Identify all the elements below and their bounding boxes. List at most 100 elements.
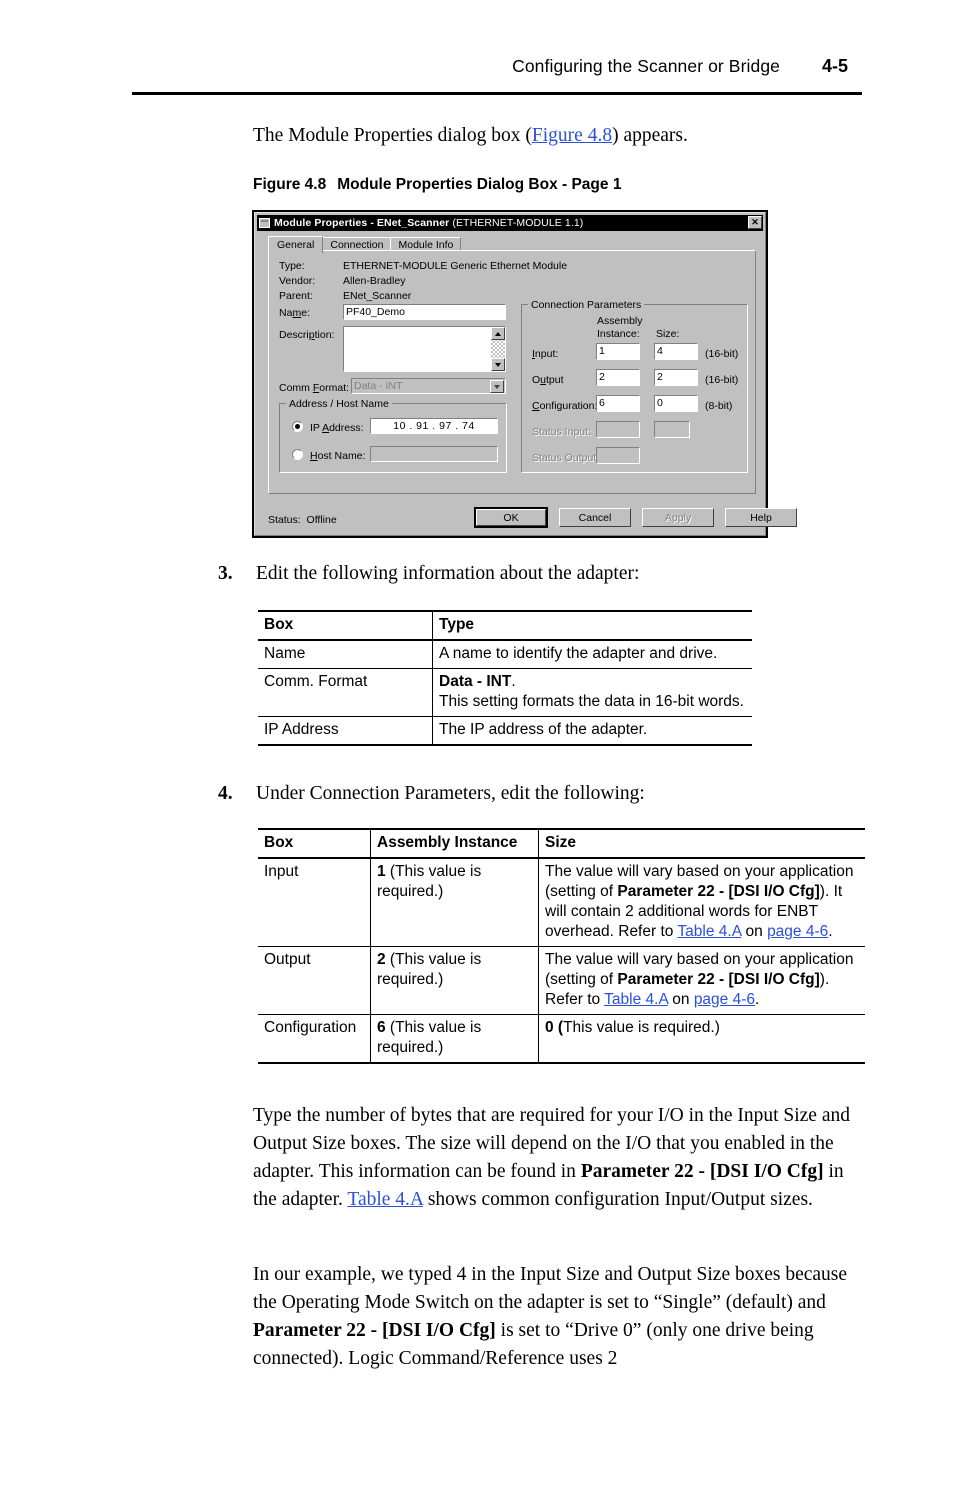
configuration-label: Configuration: <box>532 400 598 412</box>
status-output-instance-input <box>596 447 640 464</box>
close-icon[interactable]: ✕ <box>748 216 762 229</box>
header-divider <box>132 92 862 95</box>
name-input[interactable]: PF40_Demo <box>343 304 506 320</box>
table2-row0-instance-rest: (This value is required.) <box>377 863 482 900</box>
table-row: Output 2 (This value is required.) The v… <box>258 946 865 1015</box>
assembly-instance-header-line1: Assembly <box>597 315 643 327</box>
ok-button[interactable]: OK <box>474 507 548 528</box>
description-scrollbar[interactable] <box>491 327 505 371</box>
configuration-size-input[interactable]: 0 <box>654 395 698 412</box>
table2-row2-size: 0 (This value is required.) <box>538 1014 865 1064</box>
table-row: Name A name to identify the adapter and … <box>258 640 752 669</box>
ip-address-input[interactable]: 10 . 91 . 97 . 74 <box>370 418 498 434</box>
intro-text-before: The Module Properties dialog box ( <box>253 125 532 146</box>
table1-row2-type: The IP address of the adapter. <box>432 716 752 746</box>
description-input[interactable] <box>343 326 506 372</box>
tab-general[interactable]: General <box>268 236 324 253</box>
figure-link[interactable]: Figure 4.8 <box>532 125 612 146</box>
table2-row2-box: Configuration <box>258 1014 371 1064</box>
table-header-row: Box Type <box>258 610 752 641</box>
table-4a-link[interactable]: Table 4.A <box>677 923 741 940</box>
page-4-6-link[interactable]: page 4-6 <box>694 991 755 1008</box>
status-label: Status: <box>268 514 301 526</box>
table2-row1-instance: 2 (This value is required.) <box>370 946 539 1015</box>
dialog-title-bold: Module Properties - ENet_Scanner <box>274 217 453 229</box>
host-name-radio[interactable] <box>292 449 303 460</box>
input-size-unit: (16-bit) <box>705 348 739 360</box>
step-3-text: Edit the following information about the… <box>256 563 640 584</box>
table1-row0-box: Name <box>258 640 433 669</box>
output-instance-input[interactable]: 2 <box>596 369 640 386</box>
p2-bold1: Parameter 22 - [DSI I/O Cfg] <box>253 1320 496 1341</box>
window-menu-icon[interactable] <box>259 218 270 228</box>
document-page: Configuring the Scanner or Bridge 4-5 Th… <box>0 0 954 1487</box>
input-label: Input: <box>532 348 559 360</box>
table-4a-link[interactable]: Table 4.A <box>347 1189 423 1210</box>
t2r0-bold1: Parameter 22 - [DSI I/O Cfg] <box>617 883 820 900</box>
input-size-input[interactable]: 4 <box>654 343 698 360</box>
address-host-group: Address / Host Name IP Address: 10 . 91 … <box>279 398 507 473</box>
ok-button-label: OK <box>476 509 546 526</box>
vendor-label: Vendor: <box>279 275 316 287</box>
table1-row1-type-bold: Data - INT <box>439 673 512 690</box>
step-4-text: Under Connection Parameters, edit the fo… <box>256 783 645 804</box>
step-4-number: 4. <box>218 783 233 804</box>
table2-row0-size: The value will vary based on your applic… <box>538 858 865 947</box>
table-adapter-info: Box Type Name A name to identify the ada… <box>258 610 752 746</box>
dialog-title-light: (ETHERNET-MODULE 1.1) <box>452 217 584 229</box>
step-3: 3. Edit the following information about … <box>218 561 858 587</box>
table2-header-size: Size <box>538 828 865 859</box>
table2-row1-box: Output <box>258 946 371 1015</box>
dialog-titlebar[interactable]: Module Properties - ENet_Scanner (ETHERN… <box>257 215 763 231</box>
table2-row2-instance-bold: 6 <box>377 1019 386 1036</box>
description-label: Description: <box>279 329 335 341</box>
ip-address-radio[interactable] <box>292 421 303 432</box>
step-3-number: 3. <box>218 563 233 584</box>
input-instance-input[interactable]: 1 <box>596 343 640 360</box>
table-row: Input 1 (This value is required.) The va… <box>258 858 865 947</box>
intro-text-after: ) appears. <box>612 125 688 146</box>
scroll-up-icon[interactable] <box>491 327 505 340</box>
p1-c: shows common configuration Input/Output … <box>422 1189 813 1210</box>
type-value: ETHERNET-MODULE Generic Ethernet Module <box>343 260 568 272</box>
output-size-unit: (16-bit) <box>705 374 739 386</box>
table1-header-type: Type <box>432 610 752 641</box>
ip-address-label: IP Address: <box>310 422 364 434</box>
apply-button: Apply <box>642 508 714 527</box>
configuration-instance-input[interactable]: 6 <box>596 395 640 412</box>
table-4a-link[interactable]: Table 4.A <box>604 991 668 1008</box>
parent-value: ENet_Scanner <box>343 290 412 302</box>
table2-row2-instance: 6 (This value is required.) <box>370 1014 539 1064</box>
page-4-6-link[interactable]: page 4-6 <box>767 923 828 940</box>
comm-format-label: Comm Format: <box>279 382 350 394</box>
dialog-status: Status: Offline <box>268 514 337 526</box>
help-button[interactable]: Help <box>725 508 797 527</box>
host-name-input[interactable] <box>370 446 498 462</box>
table1-row2-box: IP Address <box>258 716 433 746</box>
comm-format-value: Data - INT <box>354 380 403 392</box>
assembly-instance-header-line2: Instance: <box>597 328 640 340</box>
t2r1-c: on <box>667 991 694 1008</box>
table-row: IP Address The IP address of the adapter… <box>258 716 752 746</box>
table1-row0-type: A name to identify the adapter and drive… <box>432 640 752 669</box>
name-label: Name: <box>279 307 310 319</box>
t2r2-bold0: 0 ( <box>545 1019 564 1036</box>
paragraph-1: Type the number of bytes that are requir… <box>253 1102 866 1214</box>
vendor-value: Allen-Bradley <box>343 275 406 287</box>
output-size-input[interactable]: 2 <box>654 369 698 386</box>
address-host-group-title: Address / Host Name <box>286 398 392 410</box>
cancel-button[interactable]: Cancel <box>559 508 631 527</box>
intro-paragraph: The Module Properties dialog box (Figure… <box>253 122 873 150</box>
paragraph-2: In our example, we typed 4 in the Input … <box>253 1261 866 1373</box>
dialog-title: Module Properties - ENet_Scanner (ETHERN… <box>274 217 583 229</box>
table2-row1-instance-bold: 2 <box>377 951 386 968</box>
module-properties-dialog[interactable]: Module Properties - ENet_Scanner (ETHERN… <box>252 210 797 538</box>
status-input-label: Status Input: <box>532 426 591 438</box>
scroll-down-icon[interactable] <box>491 358 505 371</box>
host-name-label: Host Name: <box>310 450 366 462</box>
table1-row1-type: Data - INT. This setting formats the dat… <box>432 668 752 717</box>
chevron-down-icon[interactable] <box>490 380 504 393</box>
connection-parameters-title: Connection Parameters <box>528 299 645 311</box>
comm-format-select[interactable]: Data - INT <box>351 378 506 394</box>
size-header: Size: <box>656 328 680 340</box>
